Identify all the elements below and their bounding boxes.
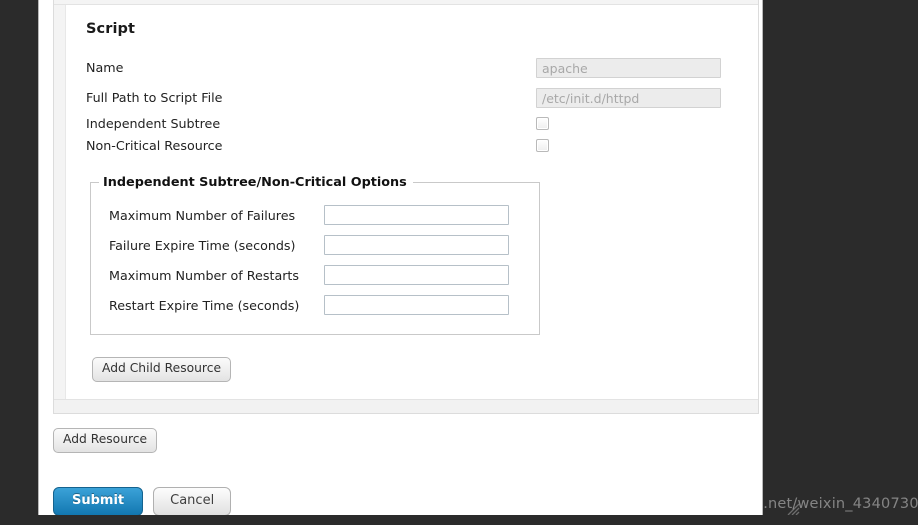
label-full-path: Full Path to Script File — [86, 90, 223, 106]
option-row-max-restarts: Maximum Number of Restarts — [91, 260, 539, 290]
option-row-max-failures: Maximum Number of Failures — [91, 200, 539, 230]
add-child-resource-button[interactable]: Add Child Resource — [92, 357, 232, 382]
non-critical-resource-checkbox[interactable] — [536, 138, 549, 152]
option-row-restart-expire-time: Restart Expire Time (seconds) — [91, 290, 539, 320]
label-max-restarts: Maximum Number of Restarts — [109, 267, 300, 283]
add-child-resource-wrap: Add Child Resource — [92, 357, 758, 382]
section-title: Script — [86, 21, 136, 37]
panel-content: Script Name Full Path to Script File — [66, 5, 758, 399]
option-row-failure-expire-time: Failure Expire Time (seconds) — [91, 230, 539, 260]
label-restart-expire-time: Restart Expire Time (seconds) — [109, 297, 300, 313]
form-row-independent-subtree: Independent Subtree — [86, 113, 758, 135]
form-row-path: Full Path to Script File — [86, 85, 758, 111]
field-independent-subtree-wrap — [536, 115, 549, 134]
resource-panel: Script Name Full Path to Script File — [53, 0, 759, 414]
label-failure-expire-time: Failure Expire Time (seconds) — [109, 237, 296, 253]
cancel-button[interactable]: Cancel — [153, 487, 232, 517]
submit-button[interactable]: Submit — [53, 487, 144, 517]
failure-expire-time-input[interactable] — [324, 235, 509, 255]
screen-root: Script Name Full Path to Script File — [0, 0, 918, 525]
independent-subtree-checkbox[interactable] — [536, 116, 549, 130]
independent-subtree-options-fieldset: Independent Subtree/Non-Critical Options… — [90, 175, 540, 335]
field-name-wrap — [536, 58, 721, 79]
max-failures-input[interactable] — [324, 205, 509, 225]
bottom-dark-strip — [0, 515, 918, 525]
form-row-name: Name — [86, 55, 758, 81]
form-row-non-critical-resource: Non-Critical Resource — [86, 135, 758, 157]
label-max-failures: Maximum Number of Failures — [109, 207, 296, 223]
max-restarts-input[interactable] — [324, 265, 509, 285]
resource-panel-footer — [54, 399, 758, 413]
browser-page: Script Name Full Path to Script File — [38, 0, 800, 517]
options-fieldset-legend: Independent Subtree/Non-Critical Options — [103, 175, 407, 190]
resource-panel-body: Script Name Full Path to Script File — [54, 5, 758, 399]
right-dark-gutter — [763, 0, 918, 525]
field-non-critical-wrap — [536, 137, 549, 156]
restart-expire-time-input[interactable] — [324, 295, 509, 315]
name-input[interactable] — [536, 58, 721, 79]
field-path-wrap — [536, 88, 721, 109]
resize-grip-icon[interactable] — [787, 501, 800, 516]
label-name: Name — [86, 60, 124, 76]
left-dark-gutter — [0, 0, 37, 525]
form-actions: Submit Cancel — [53, 487, 232, 517]
add-resource-wrap: Add Resource — [53, 428, 158, 453]
panel-left-rail — [54, 5, 66, 399]
label-independent-subtree: Independent Subtree — [86, 116, 221, 132]
add-resource-button[interactable]: Add Resource — [53, 428, 158, 453]
label-non-critical-resource: Non-Critical Resource — [86, 138, 223, 154]
full-path-input[interactable] — [536, 88, 721, 109]
